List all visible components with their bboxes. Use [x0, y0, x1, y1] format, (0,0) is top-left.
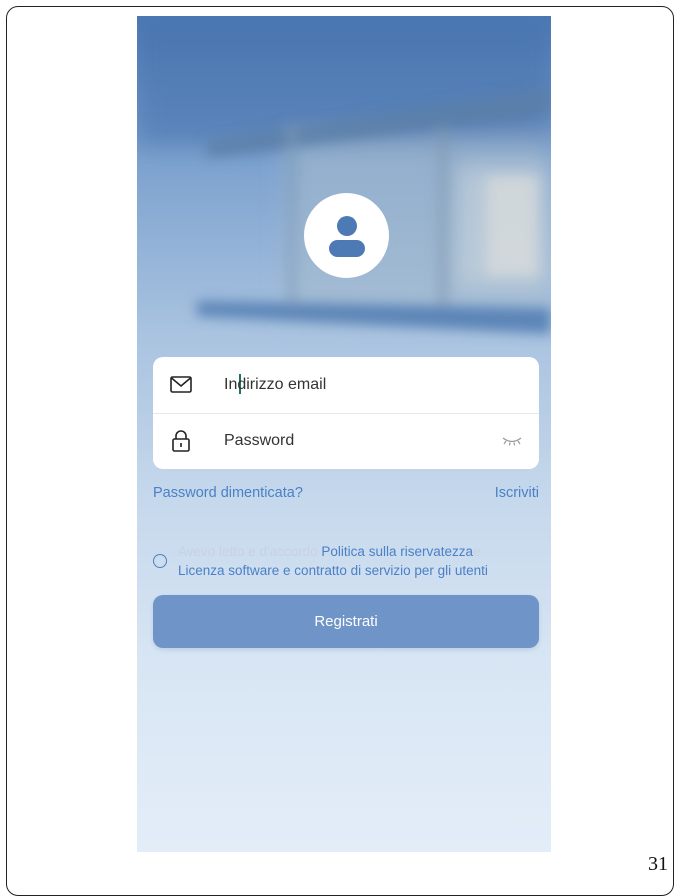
login-form: Indirizzo email Password	[153, 357, 539, 469]
user-avatar-icon	[328, 215, 365, 257]
phone-screen: Indirizzo email Password Password diment…	[137, 16, 551, 852]
avatar[interactable]	[304, 193, 389, 278]
agreement-text: Avevo letto e d'accordo Politica sulla r…	[178, 542, 548, 580]
password-field[interactable]: Password	[224, 430, 484, 452]
agreement-conjunction: e	[472, 544, 481, 559]
forgot-password-link[interactable]: Password dimenticata?	[153, 485, 303, 501]
register-link[interactable]: Iscriviti	[495, 485, 539, 501]
password-row: Password	[153, 413, 539, 469]
email-field[interactable]: Indirizzo email	[224, 374, 484, 396]
register-button[interactable]: Registrati	[153, 595, 539, 648]
privacy-policy-link[interactable]: Politica sulla riservatezza	[321, 544, 473, 559]
agreement-prefix: Avevo letto e d'accordo	[178, 544, 322, 559]
envelope-icon	[170, 376, 192, 393]
eye-closed-icon[interactable]	[501, 435, 523, 447]
email-row: Indirizzo email	[153, 357, 539, 414]
license-link[interactable]: Licenza software e contratto di servizio…	[178, 563, 488, 578]
page-number: 31	[648, 853, 668, 875]
agreement-radio[interactable]	[153, 554, 167, 568]
lock-icon	[172, 430, 190, 452]
